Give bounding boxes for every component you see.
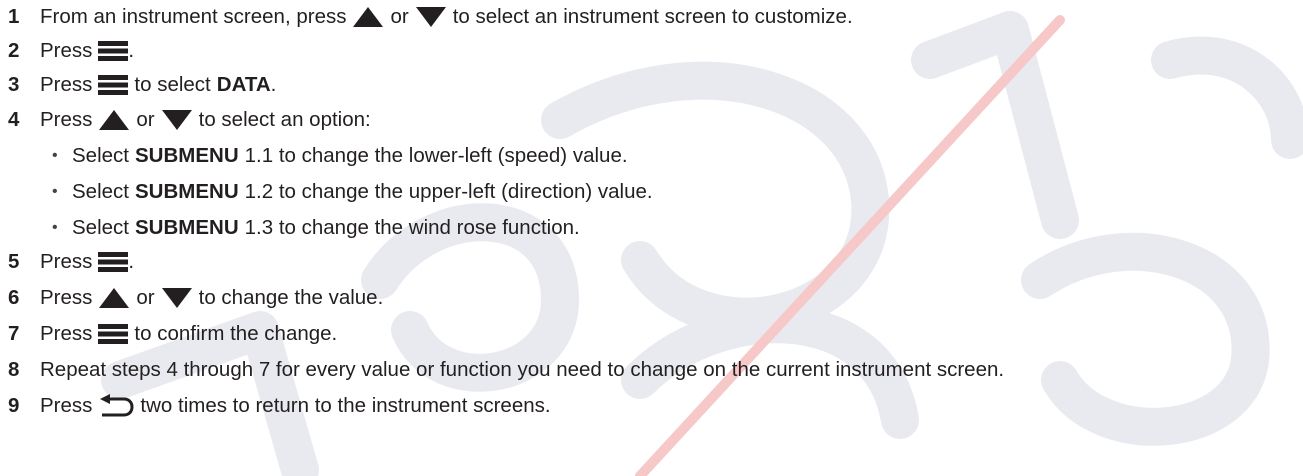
option-text: Select SUBMENU 1.3 to change the wind ro… bbox=[72, 216, 580, 239]
step-number: 7 bbox=[8, 322, 20, 345]
step-number: 1 bbox=[8, 5, 20, 28]
step-text: Press to confirm the change. bbox=[40, 322, 338, 345]
step-number: 9 bbox=[8, 394, 20, 417]
bullet: • bbox=[52, 183, 58, 200]
step-text: Repeat steps 4 through 7 for every value… bbox=[40, 358, 1005, 381]
step-number: 5 bbox=[8, 250, 20, 273]
step-text: Press two times to return to the instrum… bbox=[40, 394, 551, 417]
step-text: Press or to change the value. bbox=[40, 286, 384, 309]
step-number: 6 bbox=[8, 286, 20, 309]
up-arrow-icon bbox=[99, 110, 130, 130]
down-arrow-icon bbox=[415, 7, 446, 27]
up-arrow-icon bbox=[353, 7, 384, 27]
menu-icon bbox=[98, 324, 129, 344]
menu-icon bbox=[98, 252, 129, 272]
step-text: From an instrument screen, press or to s… bbox=[40, 5, 853, 28]
menu-icon bbox=[98, 75, 129, 95]
step-number: 2 bbox=[8, 39, 20, 62]
step-text: Press . bbox=[40, 39, 135, 62]
step-text: Press to select DATA . bbox=[40, 73, 277, 96]
menu-icon bbox=[98, 41, 129, 61]
down-arrow-icon bbox=[161, 110, 192, 130]
up-arrow-icon bbox=[99, 288, 130, 308]
bullet: • bbox=[52, 147, 58, 164]
step-number: 8 bbox=[8, 358, 20, 381]
step-text: Press . bbox=[40, 250, 135, 273]
option-text: Select SUBMENU 1.2 to change the upper-l… bbox=[72, 180, 653, 203]
step-number: 3 bbox=[8, 73, 20, 96]
down-arrow-icon bbox=[161, 288, 192, 308]
option-text: Select SUBMENU 1.1 to change the lower-l… bbox=[72, 144, 628, 167]
back-icon bbox=[100, 394, 134, 417]
bullet: • bbox=[52, 219, 58, 236]
step-text: Press or to select an option: bbox=[40, 108, 371, 131]
step-number: 4 bbox=[8, 108, 20, 131]
